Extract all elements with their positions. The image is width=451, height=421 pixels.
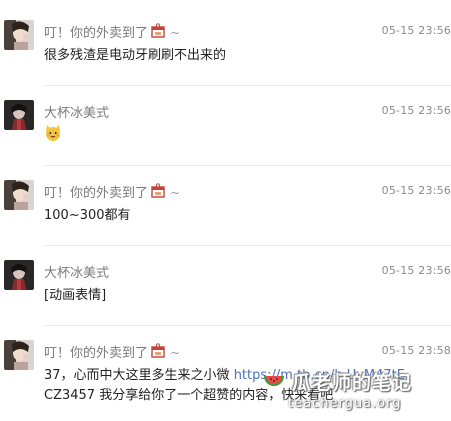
message-item: 叮！你的外卖到了 ~ 05-15 23:56 100~300都有: [0, 180, 451, 260]
sender-name[interactable]: 叮！你的外卖到了 ~: [44, 182, 180, 201]
avatar[interactable]: [4, 340, 34, 370]
timestamp: 05-15 23:58: [381, 344, 451, 357]
avatar[interactable]: [4, 100, 34, 130]
divider: [44, 325, 451, 326]
watermark: 瓜老师的笔记 teachergua.org: [262, 366, 442, 416]
message-sticker: [44, 124, 443, 149]
timestamp: 05-15 23:56: [381, 264, 451, 277]
message-item: 大杯冰美式 05-15 23:56 [动画表情]: [0, 260, 451, 340]
message-text: 100~300都有: [44, 208, 131, 223]
divider: [44, 85, 451, 86]
timestamp: 05-15 23:56: [381, 24, 451, 37]
message-text: 很多残渣是电动牙刷刷不出来的: [44, 48, 227, 63]
avatar[interactable]: [4, 180, 34, 210]
sender-name[interactable]: 叮！你的外卖到了 ~: [44, 22, 180, 41]
cat-face-icon: [44, 124, 62, 142]
avatar[interactable]: [4, 20, 34, 50]
divider: [44, 165, 451, 166]
message-text: [动画表情]: [44, 288, 107, 303]
message-item: 大杯冰美式 05-15 23:56: [0, 100, 451, 180]
divider: [44, 245, 451, 246]
takeout-box-icon: [150, 343, 166, 359]
watermelon-icon: [262, 368, 286, 392]
sender-name[interactable]: 大杯冰美式: [44, 262, 109, 281]
avatar[interactable]: [4, 260, 34, 290]
watermark-title: 瓜老师的笔记: [292, 372, 413, 394]
sender-name[interactable]: 叮！你的外卖到了 ~: [44, 342, 180, 361]
timestamp: 05-15 23:56: [381, 104, 451, 117]
message-text-prefix: 37，心而中大这里多生来之小微: [44, 368, 234, 383]
timestamp: 05-15 23:56: [381, 184, 451, 197]
message-item: 叮！你的外卖到了 ~ 05-15 23:56 很多残渣是电动牙刷刷不出来的: [0, 20, 451, 100]
sender-name[interactable]: 大杯冰美式: [44, 102, 109, 121]
watermark-url: teachergua.org: [288, 396, 402, 411]
takeout-box-icon: [150, 183, 166, 199]
takeout-box-icon: [150, 23, 166, 39]
